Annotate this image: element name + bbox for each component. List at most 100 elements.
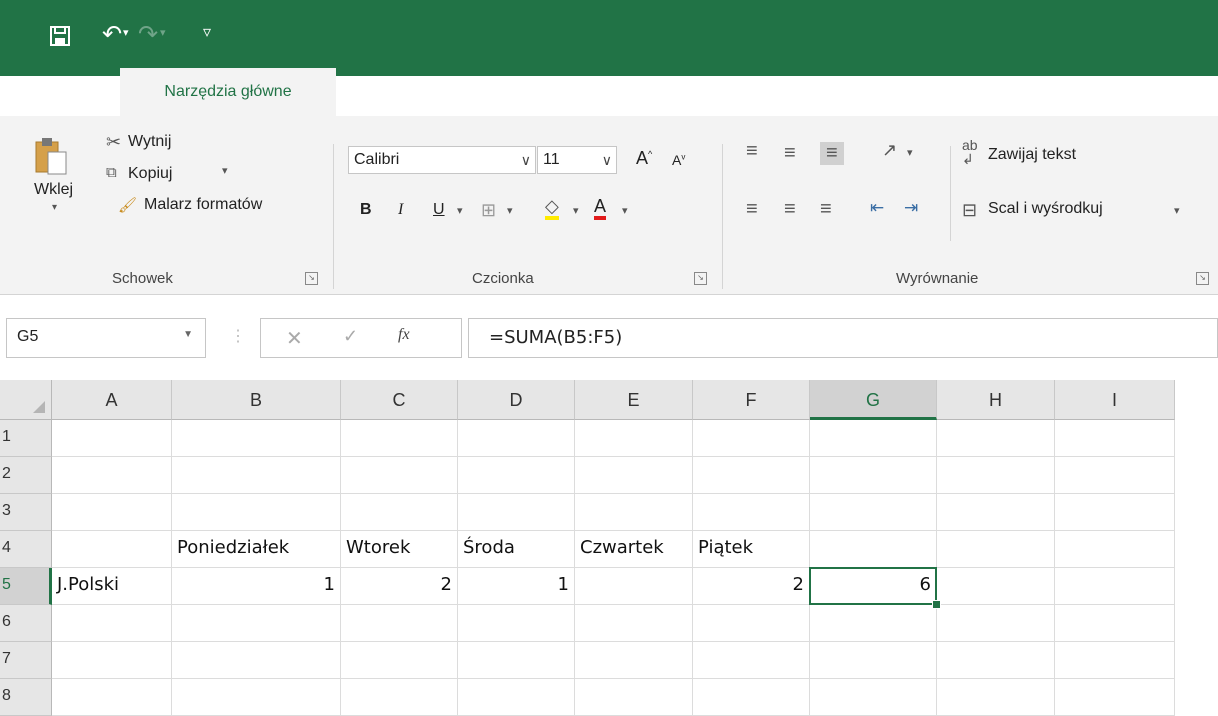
row-header-1[interactable]: 1 xyxy=(0,420,52,457)
tab-insert[interactable]: Wstawianie xyxy=(362,88,444,112)
cell-g6[interactable] xyxy=(810,605,937,642)
cell-d3[interactable] xyxy=(458,494,575,531)
redo-icon[interactable]: ↷ xyxy=(138,20,158,49)
align-top-icon[interactable]: ≡ xyxy=(746,140,758,163)
decrease-indent-icon[interactable]: ⇤ xyxy=(870,198,884,218)
align-left-icon[interactable]: ≡ xyxy=(746,198,758,221)
increase-font-icon[interactable]: A^ xyxy=(636,148,652,169)
undo-dropdown-icon[interactable]: ▾ xyxy=(123,26,129,39)
column-header-a[interactable]: A xyxy=(52,380,172,420)
cell-f2[interactable] xyxy=(693,457,810,494)
cell-c4[interactable]: Wtorek xyxy=(341,531,458,568)
cell-f5[interactable]: 2 xyxy=(693,568,810,605)
column-header-b[interactable]: B xyxy=(172,380,341,420)
format-painter-button[interactable]: Malarz formatów xyxy=(144,196,262,214)
cell-e5[interactable] xyxy=(575,568,693,605)
tab-review[interactable]: Recenzja xyxy=(922,88,989,112)
orientation-dropdown-icon[interactable]: ▾ xyxy=(907,146,913,159)
cell-h4[interactable] xyxy=(937,531,1055,568)
chevron-down-icon[interactable]: ∨ xyxy=(602,147,612,173)
paste-button[interactable]: Wklej xyxy=(34,181,73,199)
clipboard-launcher-icon[interactable]: ↘ xyxy=(305,272,318,285)
cell-d1[interactable] xyxy=(458,420,575,457)
cell-e4[interactable]: Czwartek xyxy=(575,531,693,568)
cell-a8[interactable] xyxy=(52,679,172,716)
tab-page-layout[interactable]: Układ strony xyxy=(522,88,611,112)
cell-e1[interactable] xyxy=(575,420,693,457)
cell-g5[interactable]: 6 xyxy=(810,568,937,605)
row-header-8[interactable]: 8 xyxy=(0,679,52,716)
row-header-5[interactable]: 5 xyxy=(0,568,52,605)
cell-c5[interactable]: 2 xyxy=(341,568,458,605)
cell-g3[interactable] xyxy=(810,494,937,531)
column-header-e[interactable]: E xyxy=(575,380,693,420)
cell-b6[interactable] xyxy=(172,605,341,642)
cell-i3[interactable] xyxy=(1055,494,1175,531)
cell-i5[interactable] xyxy=(1055,568,1175,605)
formula-input[interactable]: =SUMA(B5:F5) xyxy=(468,318,1218,358)
orientation-icon[interactable]: ↗ xyxy=(882,140,897,161)
fill-color-icon[interactable]: ◇ xyxy=(545,196,559,220)
cell-b4[interactable]: Poniedziałek xyxy=(172,531,341,568)
cell-d4[interactable]: Środa xyxy=(458,531,575,568)
cell-d5[interactable]: 1 xyxy=(458,568,575,605)
tab-file[interactable]: Plik xyxy=(48,88,74,112)
column-header-c[interactable]: C xyxy=(341,380,458,420)
cell-i4[interactable] xyxy=(1055,531,1175,568)
font-launcher-icon[interactable]: ↘ xyxy=(694,272,707,285)
font-name-combo[interactable]: Calibri ∨ xyxy=(348,146,536,174)
cell-c8[interactable] xyxy=(341,679,458,716)
cell-c1[interactable] xyxy=(341,420,458,457)
row-header-2[interactable]: 2 xyxy=(0,457,52,494)
cell-b7[interactable] xyxy=(172,642,341,679)
cell-a2[interactable] xyxy=(52,457,172,494)
cell-g7[interactable] xyxy=(810,642,937,679)
cell-h2[interactable] xyxy=(937,457,1055,494)
cell-g4[interactable] xyxy=(810,531,937,568)
font-color-icon[interactable]: A xyxy=(594,196,607,220)
underline-dropdown-icon[interactable]: ▾ xyxy=(457,204,463,217)
row-header-4[interactable]: 4 xyxy=(0,531,52,568)
cell-h8[interactable] xyxy=(937,679,1055,716)
cell-f1[interactable] xyxy=(693,420,810,457)
cell-c3[interactable] xyxy=(341,494,458,531)
cell-d6[interactable] xyxy=(458,605,575,642)
paste-icon[interactable] xyxy=(34,136,68,176)
name-box[interactable]: G5 ▼ xyxy=(6,318,206,358)
cell-a1[interactable] xyxy=(52,420,172,457)
cell-h7[interactable] xyxy=(937,642,1055,679)
cell-b5[interactable]: 1 xyxy=(172,568,341,605)
cell-a6[interactable] xyxy=(52,605,172,642)
cell-c2[interactable] xyxy=(341,457,458,494)
copy-dropdown-icon[interactable]: ▾ xyxy=(222,164,228,177)
font-color-dropdown-icon[interactable]: ▾ xyxy=(622,204,628,217)
cell-e2[interactable] xyxy=(575,457,693,494)
font-size-combo[interactable]: 11 ∨ xyxy=(537,146,617,174)
alignment-launcher-icon[interactable]: ↘ xyxy=(1196,272,1209,285)
row-header-7[interactable]: 7 xyxy=(0,642,52,679)
cell-b2[interactable] xyxy=(172,457,341,494)
cell-c7[interactable] xyxy=(341,642,458,679)
cell-h3[interactable] xyxy=(937,494,1055,531)
undo-icon[interactable]: ↶ xyxy=(102,20,122,49)
row-header-6[interactable]: 6 xyxy=(0,605,52,642)
merge-center-button[interactable]: Scal i wyśrodkuj xyxy=(988,200,1103,218)
cell-b1[interactable] xyxy=(172,420,341,457)
cell-a5[interactable]: J.Polski xyxy=(52,568,172,605)
chevron-down-icon[interactable]: ∨ xyxy=(521,147,531,173)
cell-f4[interactable]: Piątek xyxy=(693,531,810,568)
redo-dropdown-icon[interactable]: ▾ xyxy=(160,26,166,39)
cell-f7[interactable] xyxy=(693,642,810,679)
cell-h1[interactable] xyxy=(937,420,1055,457)
cell-d2[interactable] xyxy=(458,457,575,494)
bold-button[interactable]: B xyxy=(360,201,372,219)
cell-i8[interactable] xyxy=(1055,679,1175,716)
customize-qat-icon[interactable]: ▿ xyxy=(203,22,211,42)
paste-dropdown-icon[interactable]: ▾ xyxy=(52,202,57,213)
cell-b3[interactable] xyxy=(172,494,341,531)
cell-g1[interactable] xyxy=(810,420,937,457)
align-center-icon[interactable]: ≡ xyxy=(784,198,796,221)
select-all-button[interactable] xyxy=(0,380,52,420)
tab-data[interactable]: Dane xyxy=(823,88,861,112)
cancel-icon[interactable]: ✕ xyxy=(286,326,303,351)
